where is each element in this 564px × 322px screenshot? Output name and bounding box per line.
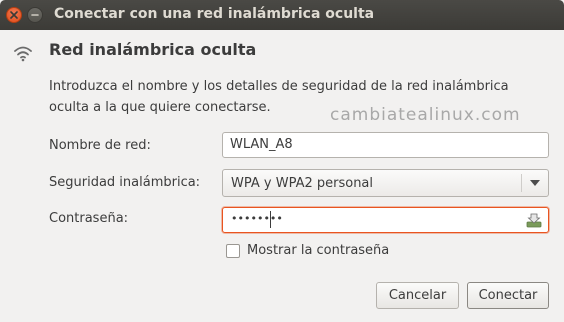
security-label: Seguridad inalámbrica: — [49, 175, 201, 190]
chevron-down-icon — [530, 180, 540, 186]
security-select[interactable]: WPA y WPA2 personal — [222, 169, 549, 197]
watermark-text: cambiatealinux.com — [330, 105, 521, 125]
close-window-button[interactable] — [6, 7, 22, 23]
window-title: Conectar con una red inalámbrica oculta — [54, 6, 375, 22]
show-password-checkbox[interactable] — [226, 244, 240, 258]
close-icon — [10, 11, 18, 19]
download-arrow-icon[interactable] — [526, 212, 542, 228]
minimize-icon — [31, 14, 39, 16]
security-selected-value: WPA y WPA2 personal — [231, 176, 374, 191]
show-password-label[interactable]: Mostrar la contraseña — [247, 243, 389, 258]
password-input[interactable]: •••••••• — [222, 207, 549, 233]
dialog-heading: Red inalámbrica oculta — [49, 40, 257, 59]
minimize-window-button[interactable] — [27, 7, 43, 23]
password-label: Contraseña: — [49, 211, 129, 226]
password-masked-value: •••••••• — [231, 212, 283, 225]
select-separator — [521, 174, 522, 192]
wifi-icon — [14, 46, 32, 62]
network-name-input[interactable]: WLAN_A8 — [222, 132, 549, 158]
text-caret — [270, 211, 271, 228]
connect-button[interactable]: Conectar — [467, 282, 549, 309]
cancel-button[interactable]: Cancelar — [376, 282, 459, 309]
network-name-label: Nombre de red: — [49, 138, 151, 153]
window-titlebar[interactable]: Conectar con una red inalámbrica oculta — [0, 0, 564, 30]
